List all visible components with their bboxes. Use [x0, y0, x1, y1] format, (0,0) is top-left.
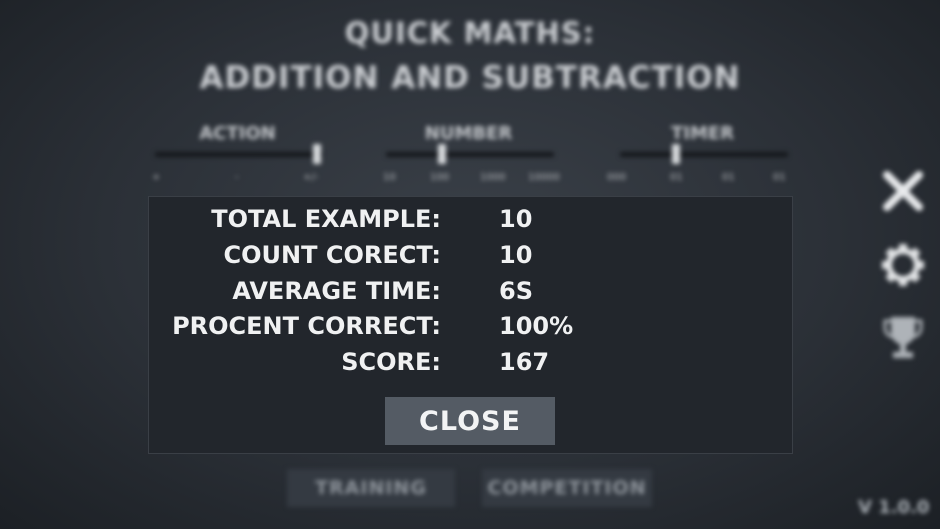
- count-correct-value: 10: [499, 241, 533, 269]
- action-slider-label: ACTION: [199, 123, 276, 144]
- game-title: QUICK MATHS:: [344, 16, 596, 50]
- gear-icon[interactable]: [878, 240, 928, 290]
- score-row: SCORE: 167: [149, 348, 794, 382]
- results-dialog: TOTAL EXAMPLE: 10 COUNT CORECT: 10 AVERA…: [148, 196, 793, 454]
- average-time-value: 6S: [499, 277, 533, 305]
- percent-correct-value: 100%: [499, 312, 574, 340]
- number-slider-label: NUMBER: [424, 123, 513, 144]
- percent-correct-row: PROCENT CORRECT: 100%: [149, 312, 794, 346]
- tick-label: 100: [430, 172, 450, 183]
- tick-label: 01: [722, 172, 735, 183]
- tick-label: +: [152, 172, 161, 183]
- tick-label: 1000: [480, 172, 506, 183]
- total-example-value: 10: [499, 205, 533, 233]
- game-subtitle: ADDITION AND SUBTRACTION: [199, 60, 741, 96]
- total-example-row: TOTAL EXAMPLE: 10: [149, 205, 794, 239]
- action-slider-track[interactable]: [155, 152, 323, 157]
- tick-label: 10: [383, 172, 396, 183]
- competition-button[interactable]: COMPETITION: [482, 469, 652, 507]
- tick-label: 000: [607, 172, 627, 183]
- trophy-icon[interactable]: [878, 312, 928, 362]
- training-button[interactable]: TRAINING: [287, 469, 455, 507]
- number-slider-handle[interactable]: [438, 144, 446, 164]
- version-label: V 1.0.0: [858, 497, 930, 518]
- action-slider-handle[interactable]: [313, 144, 321, 164]
- percent-correct-label: PROCENT CORRECT:: [172, 312, 441, 340]
- total-example-label: TOTAL EXAMPLE:: [211, 205, 441, 233]
- close-icon[interactable]: [878, 166, 928, 216]
- timer-slider-handle[interactable]: [672, 144, 680, 164]
- tick-label: 01: [773, 172, 786, 183]
- count-correct-label: COUNT CORECT:: [223, 241, 441, 269]
- average-time-label: AVERAGE TIME:: [232, 277, 441, 305]
- count-correct-row: COUNT CORECT: 10: [149, 241, 794, 275]
- score-value: 167: [499, 348, 550, 376]
- tick-label: +/-: [303, 172, 319, 183]
- average-time-row: AVERAGE TIME: 6S: [149, 277, 794, 311]
- number-slider-track[interactable]: [386, 152, 554, 157]
- tick-label: -: [235, 172, 239, 183]
- tick-label: 10000: [528, 172, 560, 183]
- tick-label: 01: [670, 172, 683, 183]
- close-button[interactable]: CLOSE: [385, 397, 555, 445]
- score-label: SCORE:: [341, 348, 441, 376]
- timer-slider-track[interactable]: [620, 152, 788, 157]
- timer-slider-label: TIMER: [670, 123, 735, 144]
